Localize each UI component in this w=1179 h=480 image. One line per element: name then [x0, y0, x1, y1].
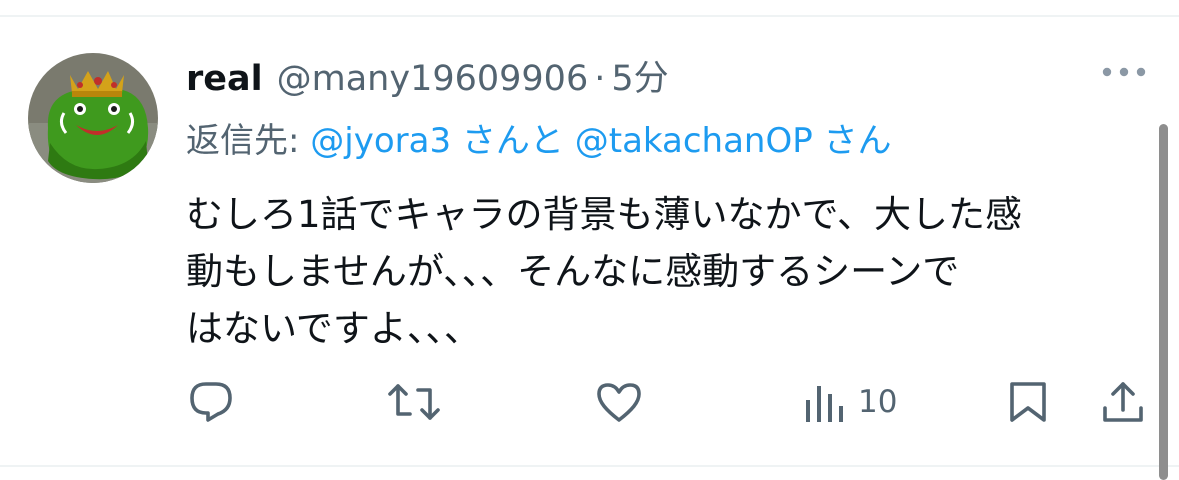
top-divider: [0, 15, 1179, 17]
bookmark-button[interactable]: [1008, 380, 1048, 424]
avatar[interactable]: [28, 53, 158, 183]
user-handle[interactable]: @many19609906: [277, 59, 589, 99]
tweet-text-line: はないですよ、、、: [186, 307, 481, 350]
display-name[interactable]: real: [186, 59, 263, 99]
like-icon: [597, 383, 641, 422]
share-icon: [1103, 382, 1143, 422]
tweet-text-line: 動もしませんが、、、そんなに感動するシーンで: [186, 250, 960, 293]
retweet-button[interactable]: [388, 380, 440, 424]
reply-to-line: 返信先: @jyora3 さんと @takachanOP さん: [186, 113, 892, 162]
tweet-text: むしろ1話でキャラの背景も薄いなかで、大した感 動もしませんが、、、そんなに感動…: [186, 186, 1136, 357]
reply-joiner: さんと: [451, 121, 575, 161]
reply-icon: [190, 382, 232, 422]
timestamp[interactable]: 5分: [611, 50, 668, 101]
scrollbar[interactable]: [1159, 124, 1168, 480]
separator-dot: ·: [594, 59, 606, 99]
more-dots-icon: [1102, 67, 1146, 77]
reply-mention-takachanop[interactable]: @takachanOP: [575, 121, 813, 161]
reply-suffix: さん: [812, 121, 892, 161]
views-button[interactable]: 10: [804, 380, 897, 424]
reply-mention-jyora3[interactable]: @jyora3: [310, 121, 451, 161]
tweet-text-line: むしろ1話でキャラの背景も薄いなかで、大した感: [186, 193, 1023, 236]
tweet-header: real @many19609906 · 5分: [186, 50, 669, 99]
reply-button[interactable]: [188, 380, 234, 424]
share-button[interactable]: [1101, 380, 1145, 424]
reply-prefix: 返信先:: [186, 121, 300, 161]
bookmark-icon: [1010, 382, 1046, 422]
views-count: 10: [858, 384, 898, 420]
bottom-divider: [0, 465, 1179, 467]
retweet-icon: [388, 384, 440, 420]
like-button[interactable]: [596, 380, 642, 424]
views-icon: [806, 386, 843, 422]
avatar-image: [28, 53, 158, 183]
more-options-button[interactable]: [1098, 58, 1150, 86]
